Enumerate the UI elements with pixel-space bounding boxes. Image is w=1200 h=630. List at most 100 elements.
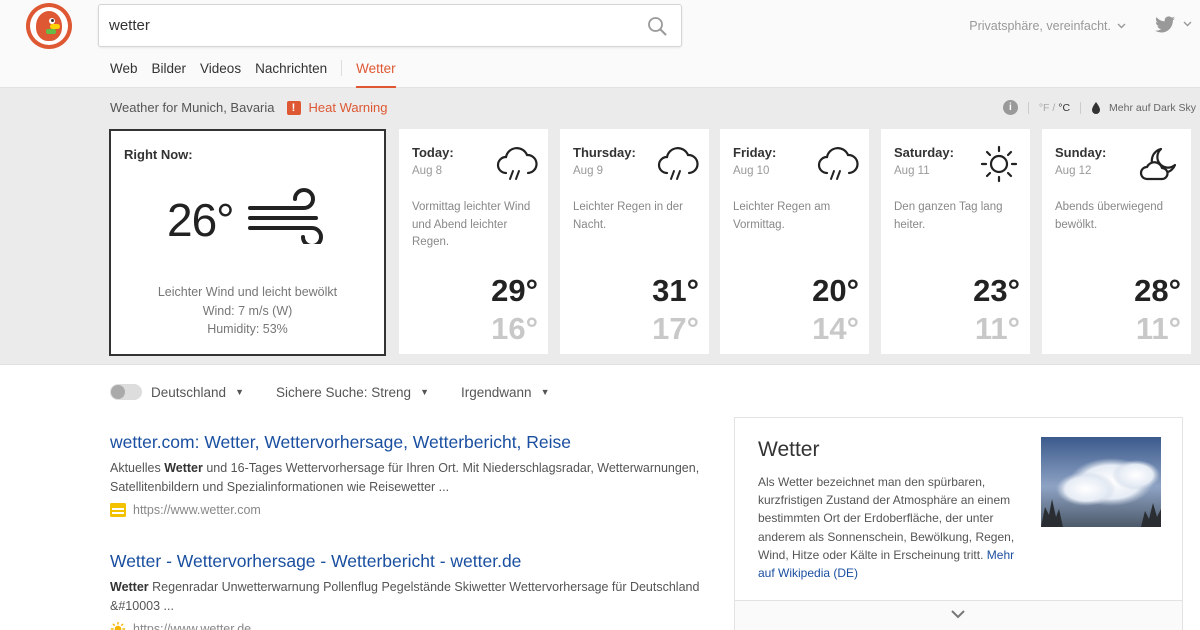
day-name: Friday: [733,145,777,160]
unit-separator: / [1049,101,1059,114]
forecast-day-card[interactable]: Sunday: Aug 12 Abends überwiegend bewölk… [1042,129,1191,354]
day-summary: Leichter Regen in der Nacht. [573,201,683,231]
duck-icon [30,7,68,45]
tab-videos[interactable]: Videos [200,61,241,76]
panel-expand[interactable] [735,600,1182,630]
wind-icon [248,188,323,244]
duckduckgo-logo[interactable] [26,3,72,49]
day-low: 17° [652,311,699,346]
dark-sky-icon [1092,101,1101,114]
time-label: Irgendwann [461,384,532,400]
tool-divider [1027,101,1029,114]
chevron-down-icon [951,610,965,619]
result-url-text: https://www.wetter.de [133,622,252,630]
search-input[interactable] [109,5,629,46]
twitter-icon[interactable] [1154,16,1176,34]
snippet-text: Regenradar Unwetterwarnung Pollenflug Pe… [110,580,700,613]
day-name: Thursday: [573,145,636,160]
result-title-link[interactable]: wetter.com: Wetter, Wettervorhersage, We… [110,432,710,453]
snippet-highlight: Wetter [164,461,203,475]
moon-cloud-icon [1139,147,1177,181]
day-date: Aug 9 [573,165,604,177]
region-filter[interactable]: Deutschland ▼ [110,384,244,400]
weather-tools: i °F / °C Mehr auf Dark Sky [1002,100,1196,115]
current-details: Leichter Wind und leicht bewölkt Wind: 7… [111,283,384,339]
day-high: 31° [652,273,699,308]
day-high: 20° [812,273,859,308]
region-toggle[interactable] [110,384,142,400]
snippet-highlight: Wetter [110,580,149,594]
unit-toggle[interactable]: °F / °C [1039,102,1070,114]
privacy-menu[interactable]: Privatsphäre, vereinfacht. [969,19,1126,33]
safe-search-filter[interactable]: Sichere Suche: Streng ▼ [276,385,429,400]
day-low: 16° [491,311,538,346]
search-tabs: Web Bilder Videos Nachrichten Wetter [110,60,410,88]
result-snippet: Wetter Regenradar Unwetterwarnung Pollen… [110,578,710,616]
day-date: Aug 12 [1055,165,1092,177]
current-temperature: 26° [167,194,235,246]
day-high: 29° [491,273,538,308]
rain-cloud-icon [496,147,538,180]
knowledge-panel: Wetter Als Wetter bezeichnet man den spü… [734,417,1183,630]
safe-search-label: Sichere Suche: Streng [275,384,412,400]
caret-down-icon: ▼ [540,387,550,397]
day-low: 11° [1135,311,1181,346]
unit-celsius: °C [1058,101,1071,114]
header: Privatsphäre, vereinfacht. Web Bilder Vi… [0,0,1200,88]
rain-cloud-icon [657,147,699,180]
current-wind: Wind: 7 m/s (W) [202,303,293,318]
tool-divider [1080,101,1082,114]
day-date: Aug 8 [412,165,443,177]
day-name: Today: [412,145,454,160]
forecast-day-card[interactable]: Today: Aug 8 Vormittag leichter Wind und… [399,129,548,354]
tab-wetter[interactable]: Wetter [356,61,396,88]
forecast-day-card[interactable]: Saturday: Aug 11 Den ganzen Tag lang hei… [881,129,1030,354]
dark-sky-link[interactable]: Mehr auf Dark Sky [1109,102,1196,114]
day-low: 11° [974,311,1020,346]
chevron-down-icon [1117,23,1126,29]
day-summary: Leichter Regen am Vormittag. [733,201,831,231]
weather-location: Weather for Munich, Bavaria ! Heat Warni… [110,100,388,115]
forecast-day-card[interactable]: Friday: Aug 10 Leichter Regen am Vormitt… [720,129,869,354]
location-label: Weather for Munich, Bavaria [110,100,275,115]
result-snippet: Aktuelles Wetter und 16-Tages Wettervorh… [110,459,710,497]
day-name: Sunday: [1055,145,1107,160]
sun-icon [980,145,1018,183]
day-high: 28° [1134,273,1181,308]
warning-icon: ! [286,100,301,115]
current-weather-card[interactable]: Right Now: 26° Leichter Wind und leicht … [109,129,386,356]
search-icon[interactable] [647,16,667,36]
sun-favicon [110,622,126,630]
search-result: wetter.com: Wetter, Wettervorhersage, We… [110,432,710,517]
time-filter[interactable]: Irgendwann ▼ [461,385,549,400]
caret-down-icon: ▼ [235,387,244,397]
caret-down-icon: ▼ [420,387,429,397]
chevron-down-icon[interactable] [1183,21,1192,27]
weather-module: Weather for Munich, Bavaria ! Heat Warni… [0,88,1200,365]
forecast-day-card[interactable]: Thursday: Aug 9 Leichter Regen in der Na… [560,129,709,354]
privacy-label: Privatsphäre, vereinfacht. [969,19,1111,33]
day-summary: Abends überwiegend bewölkt. [1055,201,1164,231]
unit-fahrenheit: °F [1038,101,1050,114]
info-icon[interactable]: i [1002,100,1018,115]
day-date: Aug 11 [894,165,930,177]
region-label: Deutschland [151,384,227,400]
day-high: 23° [973,273,1020,308]
tab-web[interactable]: Web [110,61,138,76]
result-url[interactable]: https://www.wetter.de [110,622,710,630]
snippet-text: Aktuelles [110,461,165,475]
tab-bilder[interactable]: Bilder [152,61,187,76]
day-name: Saturday: [894,145,954,160]
day-low: 14° [812,311,859,346]
cloud-sky-image[interactable] [1041,437,1161,527]
search-result: Wetter - Wettervorhersage - Wetterberich… [110,551,710,630]
result-title-link[interactable]: Wetter - Wettervorhersage - Wetterberich… [110,551,710,572]
rain-cloud-icon [817,147,859,180]
day-summary: Den ganzen Tag lang heiter. [894,201,1003,231]
tab-nachrichten[interactable]: Nachrichten [255,61,327,76]
result-url[interactable]: https://www.wetter.com [110,503,710,517]
day-date: Aug 10 [733,165,770,177]
panel-title: Wetter [758,438,820,461]
current-humidity: Humidity: 53% [207,322,288,336]
heat-warning-link[interactable]: Heat Warning [309,100,388,115]
